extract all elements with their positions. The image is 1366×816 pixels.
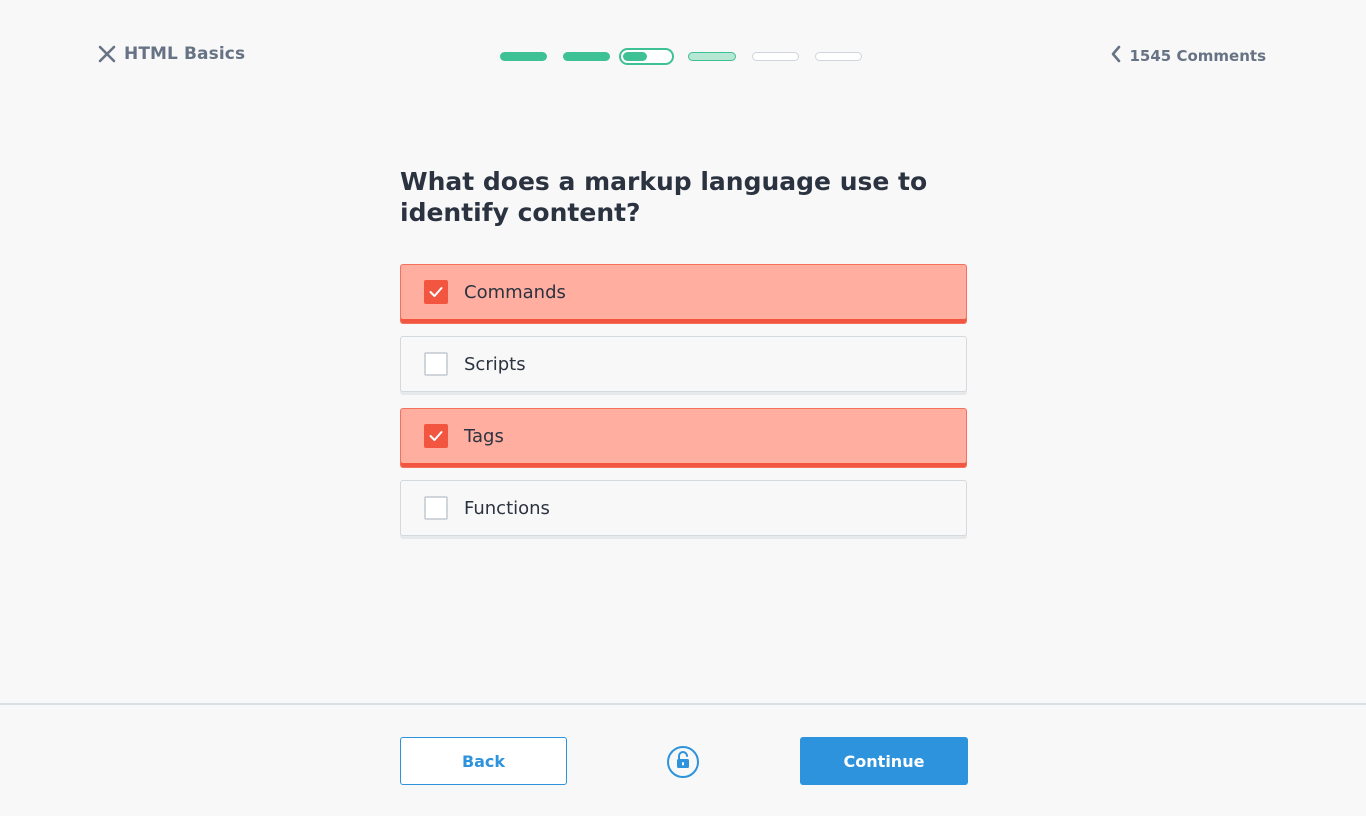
checkbox-checked-icon[interactable] [424, 424, 448, 448]
progress-step-4 [688, 52, 736, 61]
close-lesson-link[interactable]: HTML Basics [98, 44, 245, 64]
top-bar: HTML Basics 1545 Comments [0, 0, 1366, 112]
option-tags[interactable]: Tags [400, 408, 967, 468]
option-label: Functions [464, 497, 550, 519]
option-label: Scripts [464, 353, 526, 375]
checkbox-empty-icon[interactable] [424, 352, 448, 376]
comments-link[interactable]: 1545 Comments [1110, 45, 1267, 67]
back-button[interactable]: Back [400, 737, 567, 785]
option-functions[interactable]: Functions [400, 480, 967, 536]
progress-step-1 [500, 52, 547, 61]
checkbox-checked-icon[interactable] [424, 280, 448, 304]
progress-step-2 [563, 52, 610, 61]
option-label: Commands [464, 282, 566, 303]
progress-step-5 [752, 52, 799, 61]
answer-options: Commands Scripts Tags Functions [400, 264, 967, 552]
continue-button[interactable]: Continue [800, 737, 968, 785]
bottom-bar: Back Continue [0, 703, 1366, 816]
comments-count: 1545 Comments [1129, 47, 1267, 65]
chevron-left-icon [1110, 45, 1122, 67]
option-label: Tags [464, 426, 504, 447]
unlock-button[interactable] [667, 746, 699, 778]
question-text: What does a markup language use to ident… [400, 167, 928, 227]
option-commands[interactable]: Commands [400, 264, 967, 324]
progress-step-6 [815, 52, 862, 61]
progress-step-3-current [619, 48, 674, 65]
option-scripts[interactable]: Scripts [400, 336, 967, 392]
course-title: HTML Basics [124, 44, 246, 64]
unlock-icon [675, 751, 691, 773]
lesson-progress [500, 48, 878, 65]
checkbox-empty-icon[interactable] [424, 496, 448, 520]
close-icon [98, 45, 116, 63]
